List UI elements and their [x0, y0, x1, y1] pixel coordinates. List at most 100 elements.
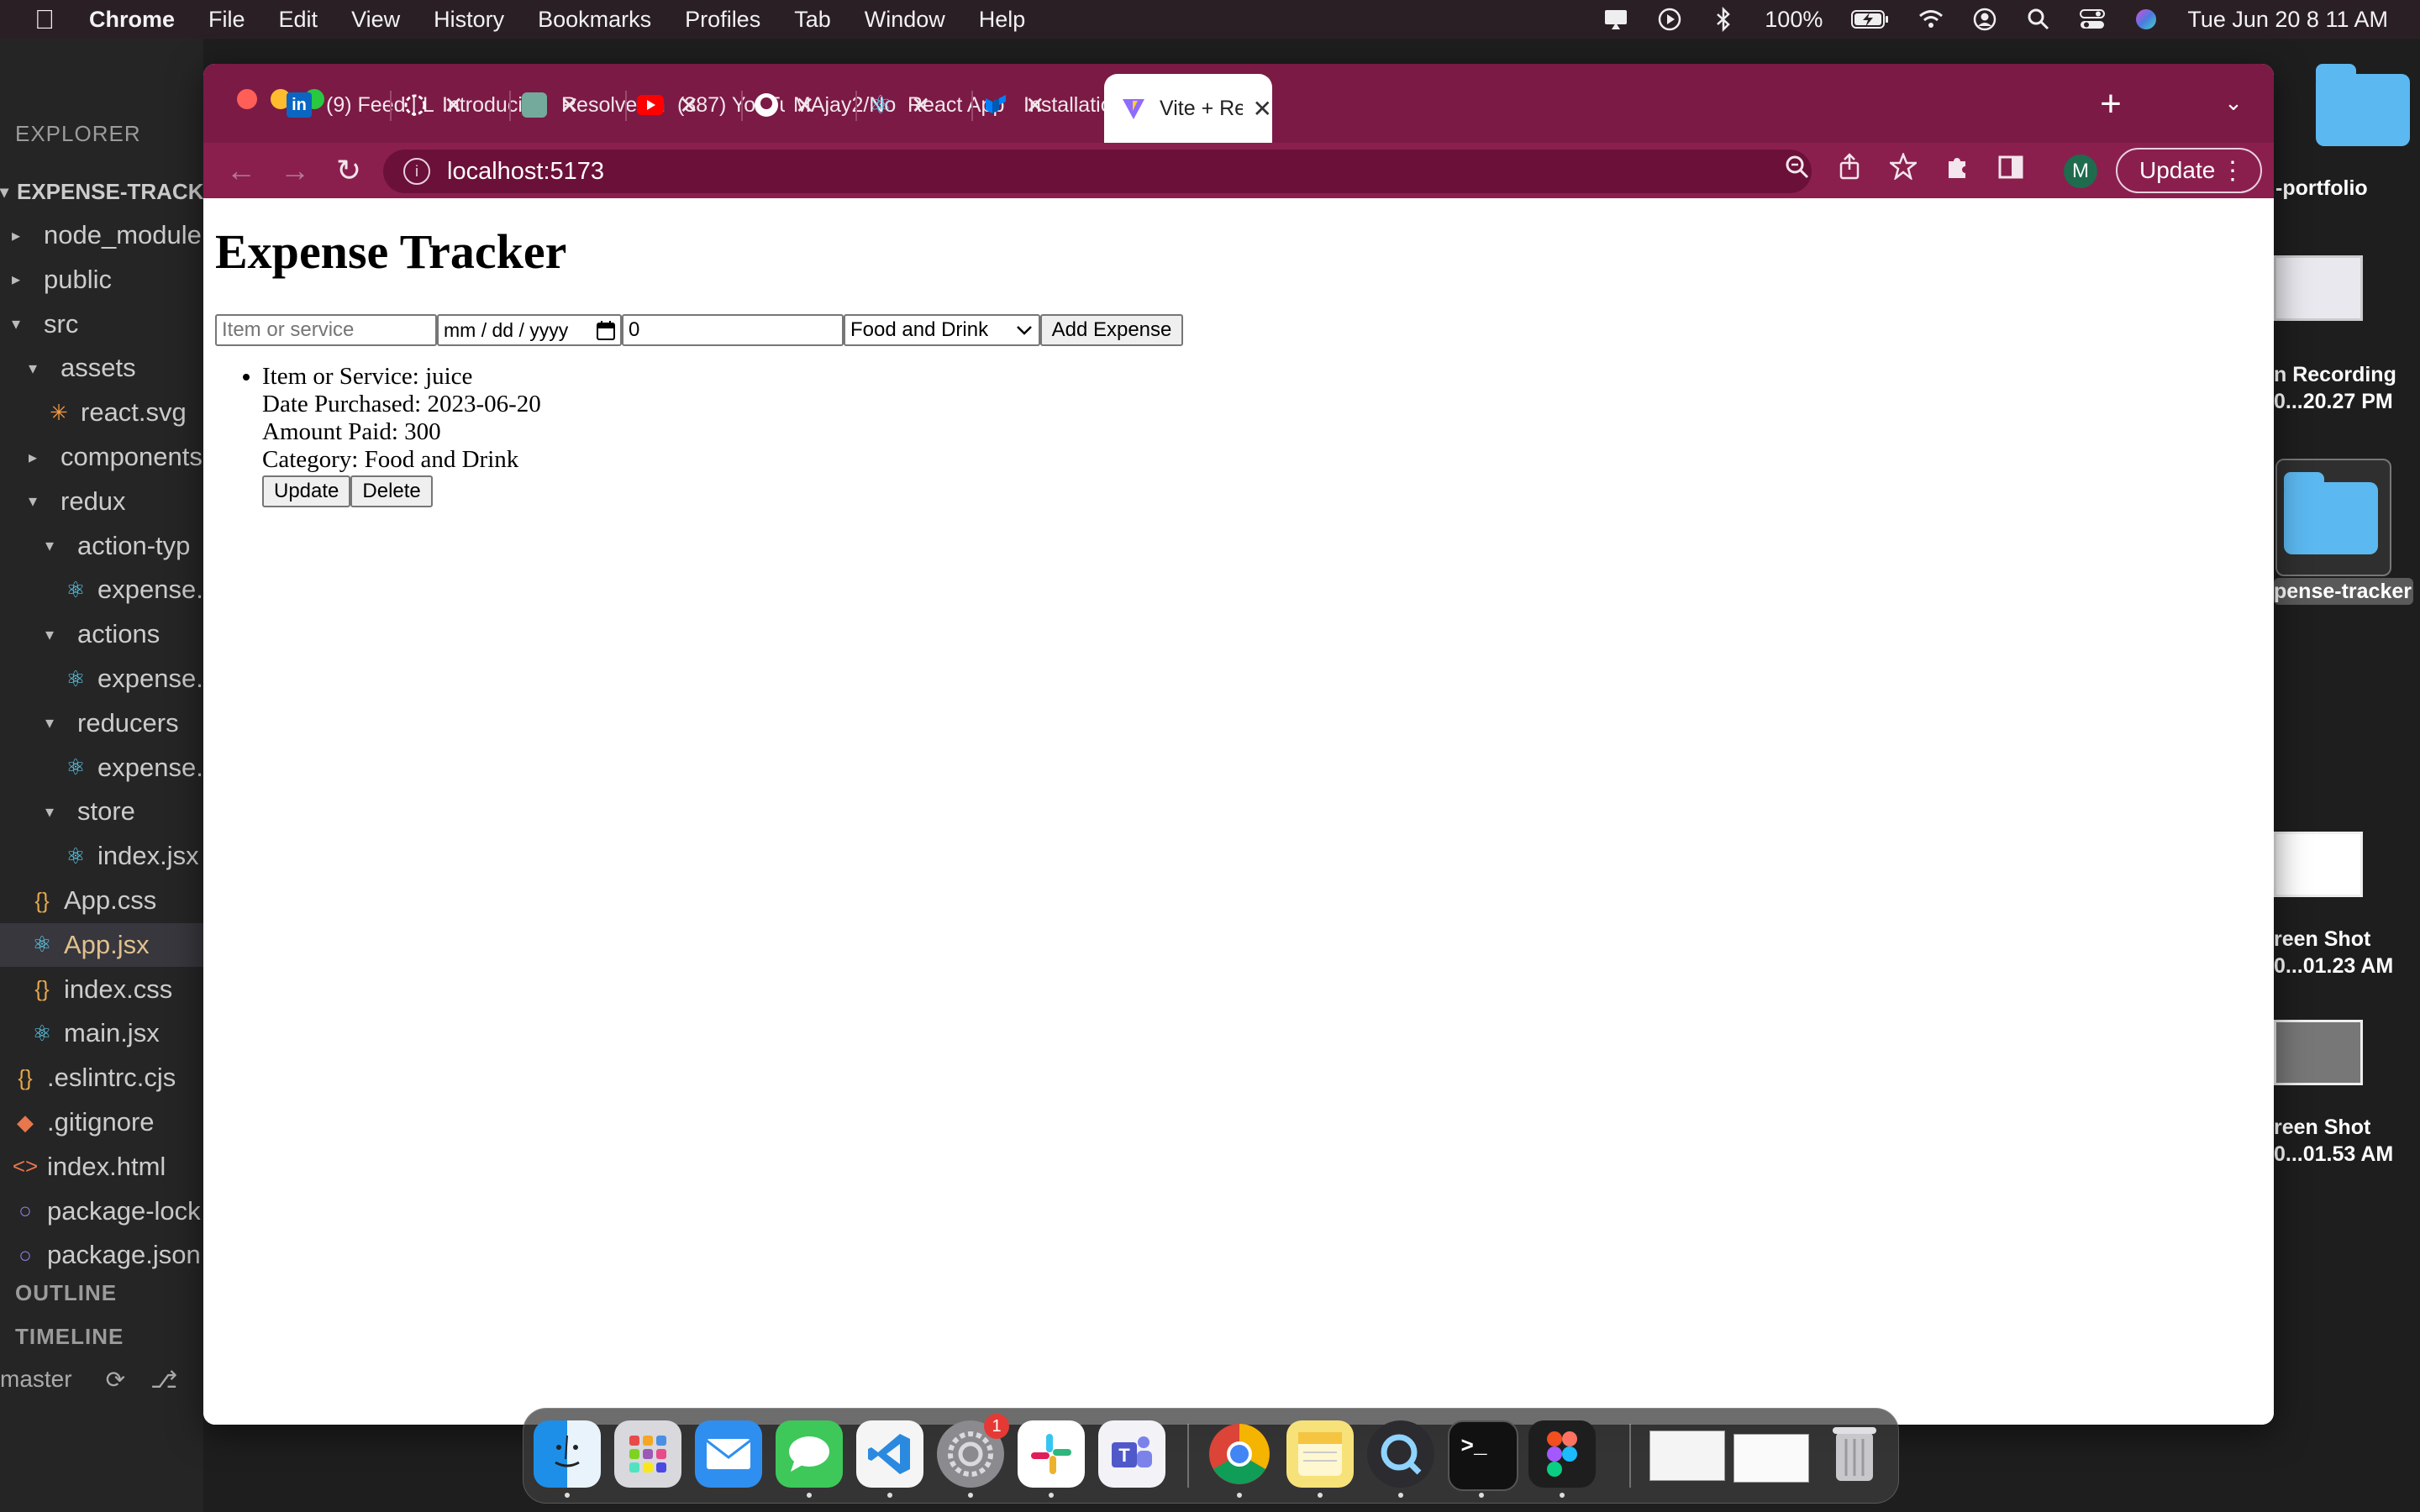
close-window-button[interactable]: [237, 89, 257, 109]
play-icon[interactable]: [1657, 7, 1682, 32]
item-input[interactable]: [215, 314, 437, 346]
menu-history[interactable]: History: [434, 7, 504, 33]
terminal-icon[interactable]: >_: [1448, 1420, 1518, 1491]
add-expense-button[interactable]: Add Expense: [1040, 314, 1183, 346]
tree-item[interactable]: {} index.css: [0, 968, 172, 1011]
zoom-icon[interactable]: [1778, 153, 1817, 192]
menu-file[interactable]: File: [208, 7, 245, 33]
tree-item[interactable]: ▾ src: [0, 302, 78, 346]
tree-item[interactable]: ▾ reducers: [0, 701, 179, 745]
menubar-clock[interactable]: Tue Jun 20 8 11 AM: [2187, 7, 2388, 33]
folder-icon[interactable]: [2316, 64, 2410, 146]
tree-item[interactable]: ▾ assets: [0, 346, 136, 390]
chrome-update-button[interactable]: Update ⋮: [2116, 148, 2262, 193]
date-input[interactable]: mm / dd / yyyy: [437, 314, 622, 346]
category-select[interactable]: Food and Drink: [844, 314, 1040, 346]
battery-icon[interactable]: [1851, 7, 1890, 32]
recent-document-thumbnail[interactable]: [1649, 1431, 1725, 1481]
slack-icon[interactable]: [1018, 1420, 1085, 1488]
wifi-icon[interactable]: [1918, 7, 1944, 32]
spotlight-search-icon[interactable]: [2026, 7, 2051, 32]
tree-item[interactable]: ⚛ expense.: [0, 746, 203, 790]
tree-item[interactable]: ⚛ expense.: [0, 657, 203, 701]
sync-icon[interactable]: ⟳: [106, 1366, 125, 1394]
tree-item[interactable]: ⚛ expense.: [0, 568, 203, 612]
menubar-app-name[interactable]: Chrome: [89, 7, 175, 33]
menu-tab[interactable]: Tab: [794, 7, 831, 33]
menu-edit[interactable]: Edit: [279, 7, 318, 33]
more-menu-icon[interactable]: ⋮: [2220, 156, 2245, 186]
tab-search-chevron-icon[interactable]: ⌄: [2217, 86, 2250, 119]
tree-item[interactable]: ✳ react.svg: [0, 391, 187, 434]
trash-icon[interactable]: [1821, 1420, 1888, 1488]
tree-item[interactable]: ⚛ main.jsx: [0, 1011, 159, 1055]
menu-window[interactable]: Window: [865, 7, 945, 33]
tree-item[interactable]: {} .eslintrc.cjs: [0, 1056, 176, 1100]
delete-expense-button[interactable]: Delete: [350, 475, 433, 507]
tree-item[interactable]: ⚛ index.jsx: [0, 834, 198, 878]
tree-item[interactable]: <> index.html: [0, 1145, 166, 1189]
address-bar-url[interactable]: localhost:5173: [447, 158, 604, 186]
teams-icon[interactable]: T: [1098, 1420, 1165, 1488]
desktop-label-screenshot-1b[interactable]: 0...01.23 AM: [2274, 953, 2420, 979]
tree-item[interactable]: ◆ .gitignore: [0, 1100, 155, 1144]
tree-item[interactable]: ▾ actions: [0, 612, 160, 656]
project-root-folder[interactable]: ▾ EXPENSE-TRACK: [0, 170, 203, 213]
tree-item[interactable]: ▾ store: [0, 790, 135, 833]
bluetooth-icon[interactable]: [1711, 7, 1736, 32]
tree-item[interactable]: ▸ components: [0, 435, 203, 479]
folder-icon[interactable]: [2284, 472, 2378, 554]
screen-recording-thumbnail[interactable]: [2274, 255, 2363, 321]
update-expense-button[interactable]: Update: [262, 475, 351, 507]
menu-profiles[interactable]: Profiles: [685, 7, 760, 33]
desktop-label-screenshot-2b[interactable]: 0...01.53 AM: [2274, 1141, 2420, 1168]
tree-item[interactable]: ○ package-lock: [0, 1189, 201, 1233]
finder-icon[interactable]: [534, 1420, 601, 1488]
git-branch[interactable]: master: [0, 1366, 72, 1393]
siri-icon[interactable]: [2133, 7, 2159, 32]
launchpad-icon[interactable]: [614, 1420, 681, 1488]
figma-icon[interactable]: [1528, 1420, 1596, 1488]
git-graph-icon[interactable]: ⎇: [150, 1366, 177, 1394]
menu-view[interactable]: View: [351, 7, 400, 33]
reload-icon[interactable]: ↻: [329, 151, 368, 190]
browser-tab[interactable]: Vite + React ✕: [1104, 74, 1272, 143]
tree-item[interactable]: ▸ public: [0, 258, 112, 302]
timeline-section[interactable]: TIMELINE: [15, 1324, 124, 1350]
tree-item[interactable]: ▸ node_module: [0, 213, 202, 257]
quicktime-icon[interactable]: [1367, 1420, 1434, 1488]
chrome-icon[interactable]: [1206, 1420, 1273, 1488]
back-arrow-icon[interactable]: ←: [222, 151, 260, 190]
desktop-label-recording-1[interactable]: n Recording: [2274, 361, 2420, 388]
share-icon[interactable]: [1830, 153, 1869, 192]
side-panel-icon[interactable]: [1991, 153, 2030, 192]
desktop-label-portfolio[interactable]: -portfolio: [2275, 175, 2420, 202]
screen-mirroring-icon[interactable]: [1603, 7, 1628, 32]
extensions-puzzle-icon[interactable]: [1938, 153, 1976, 192]
new-tab-icon[interactable]: +: [2087, 81, 2134, 128]
tree-item[interactable]: ▾ action-typ: [0, 524, 190, 568]
screenshot-thumbnail[interactable]: [2274, 832, 2363, 897]
apple-icon[interactable]: : [30, 5, 59, 34]
desktop-label-screenshot-1a[interactable]: reen Shot: [2274, 926, 2420, 953]
user-account-icon[interactable]: [1972, 7, 1997, 32]
tree-item[interactable]: ▾ redux: [0, 480, 126, 523]
menu-bookmarks[interactable]: Bookmarks: [538, 7, 651, 33]
tree-item[interactable]: {} App.css: [0, 879, 156, 922]
address-bar[interactable]: i localhost:5173: [383, 150, 1812, 193]
recent-document-thumbnail[interactable]: [1733, 1434, 1809, 1483]
menu-help[interactable]: Help: [979, 7, 1026, 33]
screenshot-thumbnail[interactable]: [2274, 1020, 2363, 1085]
tree-item[interactable]: ⚛ App.jsx: [0, 922, 203, 967]
site-info-icon[interactable]: i: [403, 158, 430, 185]
outline-section[interactable]: OUTLINE: [15, 1280, 117, 1306]
forward-arrow-icon[interactable]: →: [276, 151, 314, 190]
amount-input[interactable]: [622, 314, 844, 346]
mail-icon[interactable]: [695, 1420, 762, 1488]
profile-avatar[interactable]: M: [2064, 155, 2097, 188]
calendar-icon[interactable]: [597, 320, 615, 345]
tree-item[interactable]: ○ package.json: [0, 1233, 201, 1277]
bookmark-star-icon[interactable]: [1884, 151, 1923, 192]
vscode-icon[interactable]: [856, 1420, 923, 1488]
desktop-label-recording-2[interactable]: 0...20.27 PM: [2274, 388, 2420, 415]
